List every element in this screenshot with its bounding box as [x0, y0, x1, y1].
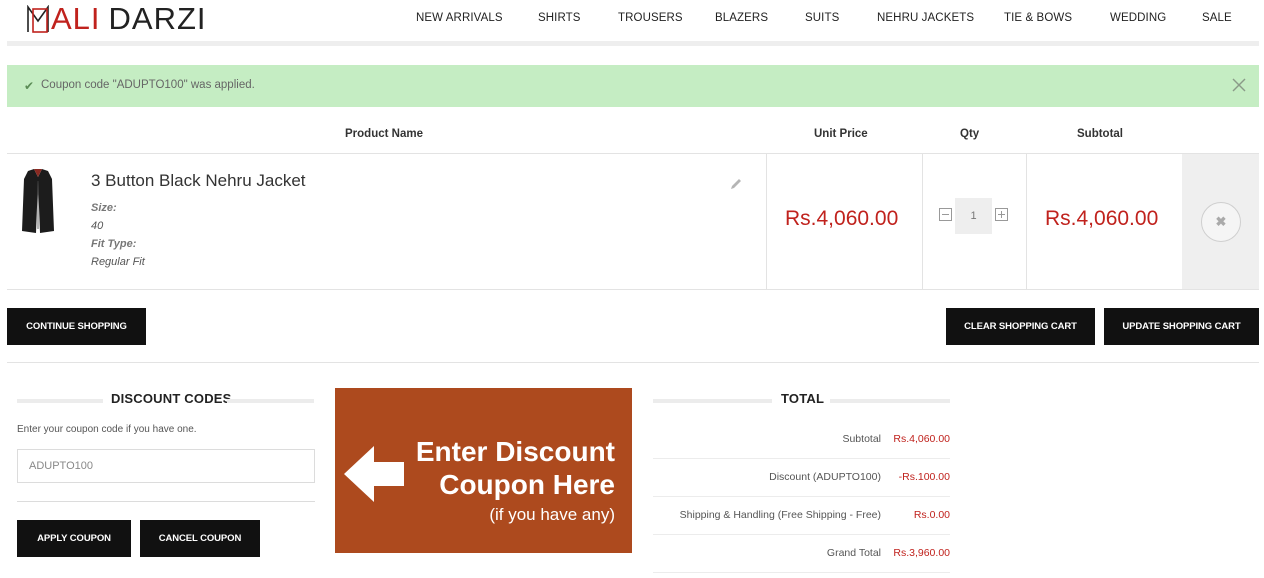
nav-suits[interactable]: SUITS: [805, 12, 839, 24]
banner-line-3: (if you have any): [489, 505, 615, 524]
section-divider: [7, 362, 1259, 363]
option-label-size: Size:: [91, 202, 117, 214]
product-name-link[interactable]: 3 Button Black Nehru Jacket: [91, 171, 306, 191]
nav-tie-bows[interactable]: TIE & BOWS: [1004, 12, 1072, 24]
option-label-fit: Fit Type:: [91, 238, 137, 250]
product-thumbnail[interactable]: [18, 167, 58, 235]
totals-label: Subtotal: [842, 433, 881, 445]
pencil-icon[interactable]: [729, 177, 743, 191]
close-icon[interactable]: [1231, 77, 1247, 93]
option-value-size: 40: [91, 220, 104, 232]
totals-label: Shipping & Handling (Free Shipping - Fre…: [679, 509, 881, 521]
totals-row-shipping: Shipping & Handling (Free Shipping - Fre…: [653, 497, 950, 535]
message-text: Coupon code "ADUPTO100" was applied.: [41, 79, 255, 91]
header-divider: [7, 41, 1259, 46]
header-qty: Qty: [960, 128, 980, 140]
nav-wedding[interactable]: WEDDING: [1110, 12, 1166, 24]
update-cart-button[interactable]: UPDATE SHOPPING CART: [1104, 308, 1259, 345]
discount-hint: Enter your coupon code if you have one.: [17, 424, 197, 435]
column-divider: [1026, 154, 1027, 289]
totals-title: TOTAL: [781, 391, 825, 406]
check-icon: ✔: [24, 79, 35, 93]
plus-icon[interactable]: [995, 208, 1008, 221]
totals-row-subtotal: Subtotal Rs.4,060.00: [653, 421, 950, 459]
apply-coupon-button[interactable]: APPLY COUPON: [17, 520, 131, 557]
totals-label: Discount (ADUPTO100): [769, 471, 881, 483]
arrow-left-icon: [344, 446, 404, 502]
totals-row-grand-total: Grand Total Rs.3,960.00: [653, 535, 950, 573]
minus-icon[interactable]: [939, 208, 952, 221]
remove-cell: ✖: [1182, 154, 1259, 289]
column-divider: [922, 154, 923, 289]
nav-new-arrivals[interactable]: NEW ARRIVALS: [416, 12, 503, 24]
row-subtotal: Rs.4,060.00: [1045, 207, 1159, 230]
column-divider: [766, 154, 767, 289]
coupon-promo-banner: Enter Discount Coupon Here (if you have …: [335, 388, 632, 553]
totals-label: Grand Total: [826, 547, 881, 559]
nav-trousers[interactable]: TROUSERS: [618, 12, 683, 24]
discount-section-title: DISCOUNT CODES: [17, 391, 314, 407]
discount-title: DISCOUNT CODES: [111, 391, 232, 406]
nav-blazers[interactable]: BLAZERS: [715, 12, 768, 24]
continue-shopping-button[interactable]: CONTINUE SHOPPING: [7, 308, 146, 345]
site-header: ALI DARZI NEW ARRIVALS SHIRTS TROUSERS BL…: [0, 0, 1264, 42]
banner-line-1: Enter Discount: [415, 436, 615, 467]
table-divider: [7, 153, 1259, 154]
totals-value: Rs.0.00: [913, 509, 950, 521]
header-unit-price: Unit Price: [814, 128, 868, 140]
totals-value: Rs.4,060.00: [893, 433, 950, 445]
quantity-input[interactable]: [955, 198, 992, 234]
unit-price: Rs.4,060.00: [785, 207, 899, 230]
totals-row-discount: Discount (ADUPTO100) -Rs.100.00: [653, 459, 950, 497]
banner-line-2: Coupon Here: [439, 469, 615, 500]
nav-sale[interactable]: SALE: [1202, 12, 1232, 24]
header-product-name: Product Name: [345, 128, 423, 140]
totals-value: -Rs.100.00: [898, 471, 950, 483]
clear-cart-button[interactable]: CLEAR SHOPPING CART: [946, 308, 1095, 345]
option-value-fit: Regular Fit: [91, 256, 145, 268]
remove-item-button[interactable]: ✖: [1201, 202, 1241, 242]
table-divider: [7, 289, 1259, 290]
totals-value: Rs.3,960.00: [893, 547, 950, 559]
nav-shirts[interactable]: SHIRTS: [538, 12, 581, 24]
cancel-coupon-button[interactable]: CANCEL COUPON: [140, 520, 260, 557]
success-message: ✔ Coupon code "ADUPTO100" was applied.: [7, 65, 1259, 107]
main-nav: NEW ARRIVALS SHIRTS TROUSERS BLAZERS SUI…: [0, 12, 1264, 30]
close-icon: ✖: [1215, 214, 1227, 229]
discount-divider: [17, 501, 315, 502]
header-subtotal: Subtotal: [1077, 128, 1123, 140]
totals-section-title: TOTAL: [653, 391, 950, 407]
coupon-code-input[interactable]: [17, 449, 315, 483]
nav-nehru-jackets[interactable]: NEHRU JACKETS: [877, 12, 974, 24]
